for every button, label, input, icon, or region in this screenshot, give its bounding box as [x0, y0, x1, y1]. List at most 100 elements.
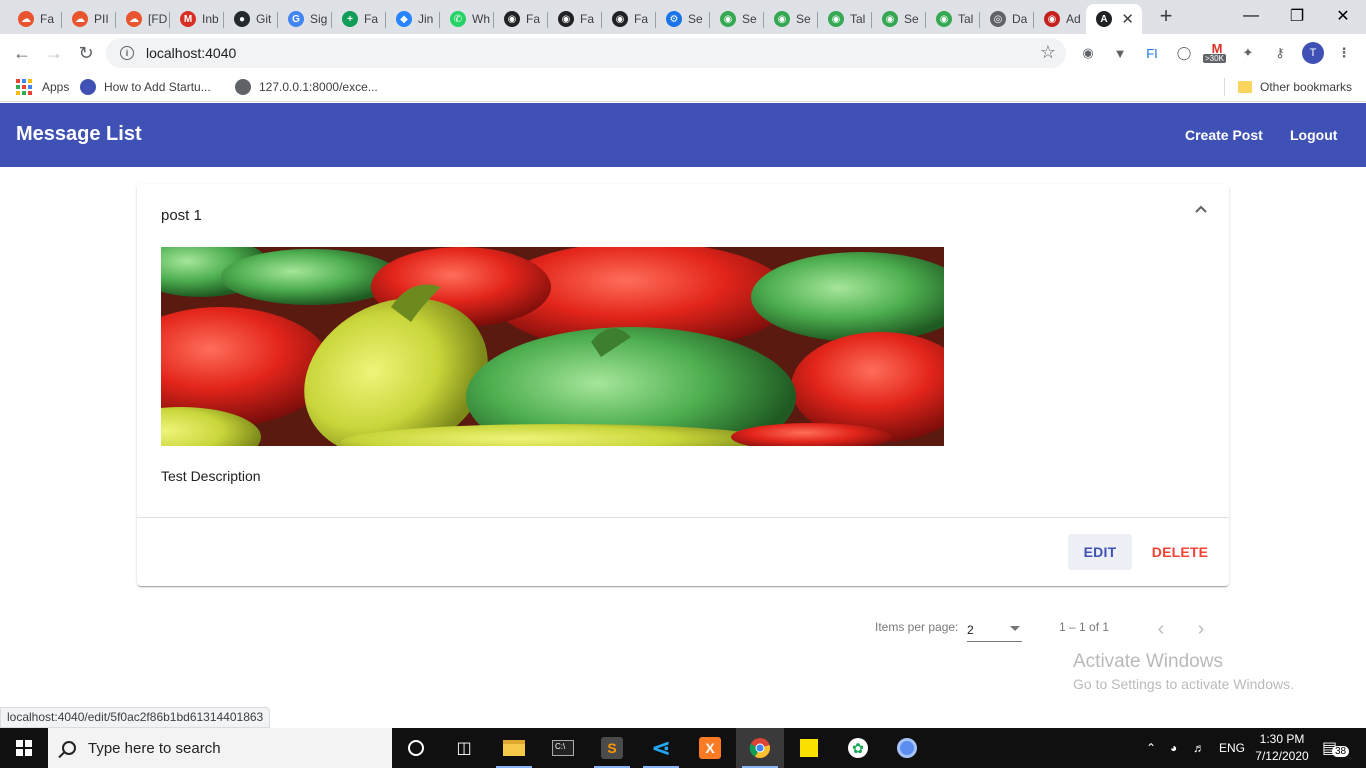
other-bookmarks-label: Other bookmarks: [1260, 80, 1353, 94]
gmail-ext-icon[interactable]: M >30K: [1203, 41, 1230, 63]
ext-fi-icon[interactable]: FI: [1142, 43, 1162, 63]
cloud-icon: ☁: [126, 11, 142, 27]
post-title[interactable]: post 1: [161, 207, 202, 224]
site-icon: ◉: [828, 11, 844, 27]
sublime-app[interactable]: S: [588, 728, 636, 768]
menu-dots-icon[interactable]: ⋮: [1334, 43, 1354, 63]
mongodb-compass-app[interactable]: ✿: [834, 728, 882, 768]
site-icon: ◉: [720, 11, 736, 27]
delete-button[interactable]: DELETE: [1145, 534, 1215, 570]
site-icon: ◉: [612, 11, 628, 27]
tab-label: Sig: [310, 12, 328, 26]
browser-tab[interactable]: ☁ [FD: [116, 4, 170, 34]
tab-active[interactable]: A ✕: [1086, 4, 1142, 34]
browser-tab[interactable]: ◉ Fa: [602, 4, 656, 34]
page-size-value: 2: [967, 623, 974, 637]
other-bookmarks[interactable]: Other bookmarks: [1238, 78, 1352, 96]
xampp-app[interactable]: X: [686, 728, 734, 768]
chevron-up-icon[interactable]: [1193, 201, 1209, 217]
sublime-icon: S: [601, 737, 623, 759]
browser-tab[interactable]: ◉ Ad: [1034, 4, 1088, 34]
vscode-app[interactable]: ⋖: [637, 728, 685, 768]
browser-tab[interactable]: ☁ Fa: [8, 4, 62, 34]
browser-tab[interactable]: M Inb: [170, 4, 224, 34]
minimize-button[interactable]: —: [1228, 0, 1274, 32]
browser-tab[interactable]: ◉ Fa: [494, 4, 548, 34]
site-icon: [80, 79, 96, 95]
post-image: [161, 247, 944, 446]
taskbar-search-box[interactable]: Type here to search: [48, 728, 392, 768]
tray-chevron-icon[interactable]: ⌃: [1146, 728, 1156, 768]
camera-icon[interactable]: ◉: [1078, 43, 1098, 63]
key-icon[interactable]: ⚷: [1270, 43, 1290, 63]
browser-tab[interactable]: ◉ Tal: [818, 4, 872, 34]
forward-button[interactable]: →: [40, 39, 68, 67]
browser-tab[interactable]: G Sig: [278, 4, 332, 34]
browser-tab[interactable]: ◉ Se: [710, 4, 764, 34]
chrome-app[interactable]: [736, 728, 784, 768]
sheets-icon: +: [342, 11, 358, 27]
browser-tab[interactable]: + Fa: [332, 4, 386, 34]
action-divider: [137, 517, 1229, 518]
bookmarks-bar: Apps How to Add Startu... 127.0.0.1:8000…: [0, 72, 1366, 102]
wifi-icon[interactable]: ◕: [1170, 728, 1177, 768]
tab-label: Fa: [580, 12, 595, 26]
tab-label: Wh: [472, 12, 490, 26]
chromium-app[interactable]: [883, 728, 931, 768]
post-expansion-panel: post 1 Test Description EDIT DELETE: [137, 184, 1229, 586]
bookmark-item-2[interactable]: 127.0.0.1:8000/exce...: [235, 78, 378, 96]
browser-tab[interactable]: ◎ Da: [980, 4, 1034, 34]
task-view-button[interactable]: ◫: [440, 728, 488, 768]
browser-tab[interactable]: ◆ Jin: [386, 4, 440, 34]
address-bar[interactable]: i localhost:4040 ☆: [106, 38, 1066, 68]
profile-avatar[interactable]: T: [1302, 42, 1324, 64]
close-tab-icon[interactable]: ✕: [1121, 10, 1134, 28]
range-label: 1 – 1 of 1: [1059, 620, 1110, 634]
browser-tab[interactable]: ⚙ Se: [656, 4, 710, 34]
page-size-select[interactable]: 2: [967, 618, 1022, 642]
browser-tab[interactable]: ● Git: [224, 4, 278, 34]
browser-tab[interactable]: ◉ Tal: [926, 4, 980, 34]
vue-devtools-icon[interactable]: ▼: [1110, 43, 1130, 63]
browser-tab[interactable]: ◉ Se: [764, 4, 818, 34]
tab-label: Fa: [634, 12, 649, 26]
browser-tab[interactable]: ◉ Fa: [548, 4, 602, 34]
system-clock[interactable]: 1:30 PM 7/12/2020: [1250, 731, 1314, 765]
activate-windows-title: Activate Windows: [1073, 651, 1223, 672]
bookmark-item-1[interactable]: How to Add Startu...: [80, 78, 211, 96]
bookmark-apps-label: Apps: [42, 80, 70, 94]
next-page-button[interactable]: ›: [1189, 617, 1213, 641]
create-post-button[interactable]: Create Post: [1185, 127, 1263, 143]
app-title[interactable]: Message List: [16, 123, 142, 146]
reload-button[interactable]: ↻: [72, 39, 100, 67]
cortana-button[interactable]: [392, 728, 440, 768]
start-button[interactable]: [0, 728, 48, 768]
sticky-notes-app[interactable]: [785, 728, 833, 768]
browser-tab[interactable]: ☁ PII: [62, 4, 116, 34]
language-indicator[interactable]: ENG: [1219, 728, 1245, 768]
terminal-app[interactable]: C:\: [539, 728, 587, 768]
cloud-icon: ☁: [72, 11, 88, 27]
ext-circle-icon[interactable]: ◯: [1174, 43, 1194, 63]
logout-button[interactable]: Logout: [1290, 127, 1337, 143]
new-tab-button[interactable]: +: [1154, 4, 1178, 28]
info-icon[interactable]: i: [120, 46, 134, 60]
maximize-button[interactable]: ❐: [1274, 0, 1320, 32]
file-explorer-app[interactable]: [490, 728, 538, 768]
address-text[interactable]: localhost:4040: [146, 45, 236, 61]
bookmark-star-icon[interactable]: ☆: [1040, 42, 1056, 63]
post-description: Test Description: [161, 468, 261, 484]
site-icon: ◉: [882, 11, 898, 27]
bookmark-apps[interactable]: Apps: [16, 78, 69, 96]
action-center-button[interactable]: ▤ 38: [1322, 728, 1350, 768]
browser-tab[interactable]: ✆ Wh: [440, 4, 494, 34]
bookmark-divider: [1224, 78, 1225, 96]
extensions-puzzle-icon[interactable]: ✦: [1238, 43, 1258, 63]
browser-tab[interactable]: ◉ Se: [872, 4, 926, 34]
volume-icon[interactable]: ♬: [1193, 728, 1205, 768]
back-button[interactable]: ←: [8, 39, 36, 67]
tab-label: Se: [742, 12, 757, 26]
previous-page-button[interactable]: ‹: [1149, 617, 1173, 641]
close-window-button[interactable]: ✕: [1320, 0, 1366, 32]
edit-button[interactable]: EDIT: [1068, 534, 1132, 570]
